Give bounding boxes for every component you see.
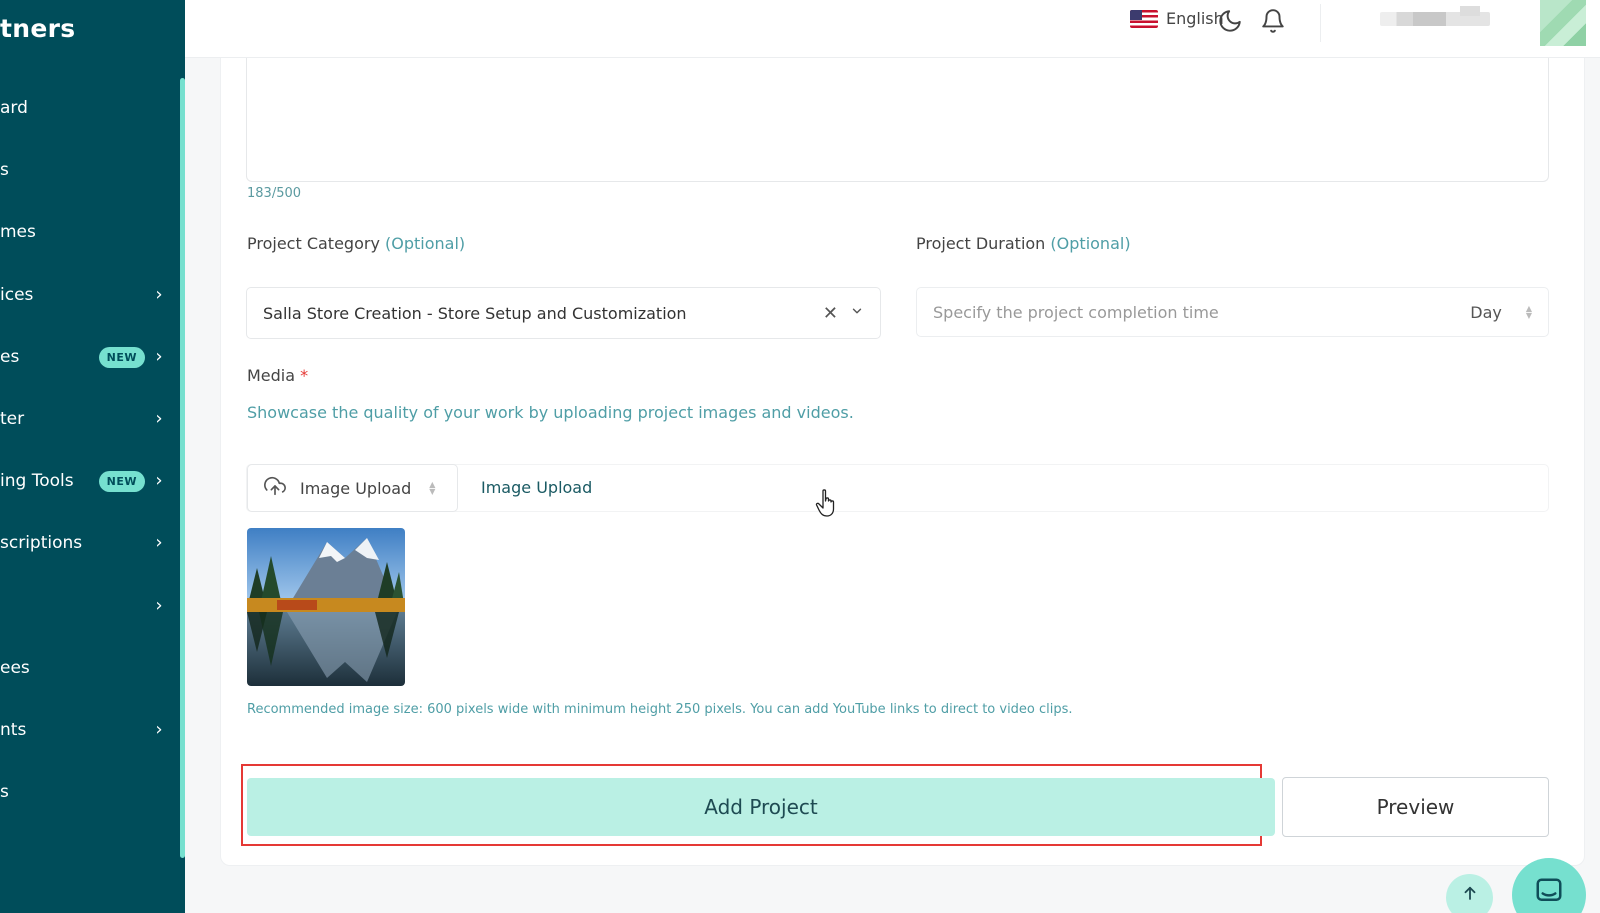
brand-title: tners: [0, 14, 76, 43]
category-label-text: Project Category: [247, 234, 380, 253]
sidebar-item-8[interactable]: scriptions ›: [0, 523, 165, 563]
sidebar-item-label: es: [0, 347, 20, 367]
preview-button[interactable]: Preview: [1282, 777, 1549, 837]
bell-icon[interactable]: [1260, 8, 1286, 34]
sidebar-item-2[interactable]: s: [0, 150, 165, 190]
topbar-divider: [1320, 4, 1321, 42]
category-select[interactable]: Salla Store Creation - Store Setup and C…: [246, 287, 881, 339]
sidebar-item-5[interactable]: es NEW ›: [0, 337, 165, 377]
mountain-lake-image: [247, 528, 405, 686]
sidebar-item-10[interactable]: ees: [0, 648, 165, 688]
chevron-right-icon: ›: [155, 346, 163, 367]
user-role-blurred: [1460, 6, 1480, 16]
uploaded-image-thumbnail[interactable]: [247, 528, 405, 686]
image-upload-link[interactable]: Image Upload: [481, 478, 592, 497]
avatar[interactable]: [1540, 0, 1586, 46]
top-bar: English: [185, 0, 1600, 58]
arrow-up-icon: [1461, 884, 1479, 906]
category-label: Project Category (Optional): [247, 234, 465, 253]
duration-label-text: Project Duration: [916, 234, 1046, 253]
clear-icon[interactable]: ✕: [823, 303, 838, 324]
duration-optional-tag: (Optional): [1050, 234, 1131, 253]
required-mark: *: [300, 366, 309, 385]
moon-icon[interactable]: [1217, 8, 1243, 34]
media-description: Showcase the quality of your work by upl…: [247, 403, 854, 422]
language-selector[interactable]: English: [1130, 9, 1224, 28]
sidebar-item-label: mes: [0, 222, 36, 242]
add-project-button[interactable]: Add Project: [247, 778, 1275, 836]
chat-icon: [1534, 876, 1564, 910]
chevron-down-icon[interactable]: [850, 304, 864, 322]
chevron-right-icon: ›: [155, 595, 163, 616]
duration-field: Day ▲▼: [916, 287, 1549, 337]
media-label: Media *: [247, 366, 308, 385]
upload-type-select[interactable]: Image Upload ▲ ▼: [247, 464, 458, 512]
chat-button[interactable]: [1512, 858, 1586, 913]
new-badge: NEW: [98, 346, 145, 368]
sidebar-item-label: s: [0, 160, 9, 180]
sidebar-item-4[interactable]: ices ›: [0, 275, 165, 315]
sidebar-item-1[interactable]: ard: [0, 88, 165, 128]
category-optional-tag: (Optional): [385, 234, 466, 253]
chevron-right-icon: ›: [155, 470, 163, 491]
duration-unit[interactable]: Day: [1470, 303, 1502, 322]
new-badge: NEW: [98, 470, 145, 492]
chevron-right-icon: ›: [155, 408, 163, 429]
sidebar-item-label: ees: [0, 658, 30, 678]
sidebar-item-label: ices: [0, 285, 34, 305]
upload-row: Image Upload ▲ ▼ Image Upload: [246, 464, 1549, 512]
chevron-right-icon: ›: [155, 284, 163, 305]
duration-input[interactable]: [933, 302, 1471, 322]
unit-stepper-icon[interactable]: ▲ ▼: [1526, 305, 1532, 320]
media-hint: Recommended image size: 600 pixels wide …: [247, 702, 1073, 717]
sidebar-item-label: nts: [0, 720, 27, 740]
upload-type-label: Image Upload: [300, 478, 412, 498]
cloud-upload-icon: [264, 475, 286, 501]
sidebar-item-6[interactable]: ter ›: [0, 399, 165, 439]
chevron-right-icon: ›: [155, 719, 163, 740]
sidebar-item-7[interactable]: ing Tools NEW ›: [0, 461, 165, 501]
sidebar-item-label: s: [0, 782, 9, 802]
project-form-card: 183/500 Project Category (Optional) Sall…: [220, 58, 1585, 866]
sidebar-item-label: ter: [0, 409, 25, 429]
us-flag-icon: [1130, 9, 1158, 28]
sidebar-item-label: scriptions: [0, 533, 83, 553]
upload-type-stepper-icon: ▲ ▼: [429, 480, 436, 496]
sidebar-scrollbar[interactable]: [180, 78, 185, 858]
duration-label: Project Duration (Optional): [916, 234, 1131, 253]
sidebar-item-label: ing Tools: [0, 471, 74, 491]
language-label: English: [1166, 9, 1224, 28]
category-selected-value: Salla Store Creation - Store Setup and C…: [263, 303, 687, 323]
sidebar-item-label: ard: [0, 98, 28, 118]
sidebar: tners ard s mes ices › es NEW › ter › ing Tools NEW…: [0, 0, 185, 913]
scroll-to-top-button[interactable]: [1446, 874, 1493, 913]
sidebar-item-9[interactable]: ›: [0, 586, 165, 626]
sidebar-item-3[interactable]: mes: [0, 212, 165, 252]
media-label-text: Media: [247, 366, 296, 385]
chevron-right-icon: ›: [155, 532, 163, 553]
sidebar-item-11[interactable]: nts ›: [0, 710, 165, 750]
description-textarea[interactable]: [246, 58, 1549, 182]
description-char-count: 183/500: [247, 186, 302, 201]
sidebar-item-12[interactable]: s: [0, 772, 165, 812]
